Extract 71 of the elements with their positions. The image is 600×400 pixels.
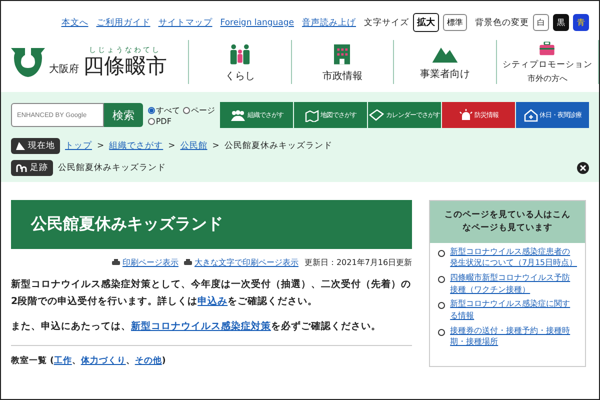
siren-icon <box>458 109 472 121</box>
footprint-badge: 足跡 <box>11 160 53 176</box>
sidebar-header: このページを見ている人はこんなページも見ています <box>430 201 585 242</box>
breadcrumb-separator: > <box>97 141 104 151</box>
updated-date: 更新日：2021年7月16日更新 <box>304 257 412 268</box>
bullet-icon <box>438 328 446 336</box>
map-icon <box>304 108 318 122</box>
inline-link[interactable]: 新型コロナウイルス感染症対策 <box>131 321 271 332</box>
text-size-label: 文字サイズ <box>364 16 409 28</box>
utility-link[interactable]: ご利用ガイド <box>96 16 150 28</box>
flag-icon <box>16 142 25 150</box>
print-link[interactable]: 大きな文字で印刷ページ表示 <box>194 257 298 268</box>
breadcrumb-link[interactable]: トップ <box>65 140 92 152</box>
utility-link[interactable]: 本文へ <box>61 16 88 28</box>
footprint-link[interactable]: 公民館夏休みキッズランド <box>58 162 166 174</box>
body-paragraph: 新型コロナウイルス感染症対策として、今年度は一次受付（抽選）、二次受付（先着）の2段階での申込受付を行います。詳しくは申込みをご確認ください。 <box>11 278 412 309</box>
radio-label: すべて <box>156 104 180 116</box>
prefecture-name: 大阪府 <box>49 62 79 76</box>
utility-link[interactable]: 音声読み上げ <box>302 16 356 28</box>
breadcrumb-separator: > <box>212 141 220 151</box>
nav-label: 市政情報 <box>322 70 362 83</box>
print-link[interactable]: 印刷ページ表示 <box>122 257 178 268</box>
inline-link[interactable]: 工作 <box>54 356 72 366</box>
radio-label: PDF <box>156 116 172 126</box>
page-title: 公民館夏休みキッズランド <box>11 200 412 249</box>
utility-link[interactable]: サイトマップ <box>158 16 212 28</box>
radio-button[interactable] <box>148 106 155 114</box>
inline-link[interactable]: その他 <box>134 356 162 366</box>
radio-label: ページ <box>190 104 215 116</box>
main-nav-item[interactable]: シティプロモーション 市外の方へ <box>496 40 599 84</box>
bullet-icon <box>438 250 446 256</box>
nav-label: シティプロモーション <box>502 59 592 71</box>
nav-sublabel: 市外の方へ <box>527 73 568 84</box>
location-badge: 現在地 <box>11 138 60 154</box>
background-color-button[interactable]: 黒 <box>553 14 569 31</box>
people-icon <box>230 110 246 120</box>
inline-link[interactable]: 体力づくり <box>80 356 126 366</box>
breadcrumb-separator: > <box>168 141 176 151</box>
utility-link[interactable]: Foreign language <box>220 18 294 28</box>
printer-icon <box>112 259 120 266</box>
close-icon[interactable] <box>577 162 589 174</box>
mountain-icon <box>432 45 458 63</box>
bullet-icon <box>438 276 446 283</box>
class-list-text: 教室一覧 (工作、体力づくり、その他) <box>11 354 167 367</box>
footprint-icon <box>16 164 27 172</box>
family-icon <box>228 44 252 64</box>
search-button[interactable]: 検索 <box>104 103 143 127</box>
text-size-button[interactable]: 標準 <box>443 14 467 31</box>
city-name: 四條畷市 <box>83 55 167 79</box>
calendar-icon <box>369 109 384 121</box>
main-nav-item[interactable]: 市政情報 <box>292 40 394 84</box>
bullet-icon <box>438 302 446 310</box>
text-size-button[interactable]: 拡大 <box>413 13 439 32</box>
radio-button[interactable] <box>148 118 155 124</box>
house-icon <box>524 108 538 122</box>
breadcrumb-link[interactable]: 組織でさがす <box>109 140 164 152</box>
nav-label: 事業者向け <box>420 68 470 81</box>
body-paragraph: また、申込にあたっては、新型コロナウイルス感染症対策を必ずご確認ください。 <box>11 320 382 334</box>
breadcrumb-current: 公民館夏休みキッズランド <box>224 140 332 152</box>
main-nav-item[interactable]: 事業者向け <box>394 40 496 84</box>
inline-link[interactable]: 申込み <box>198 296 228 307</box>
background-color-button[interactable]: 青 <box>573 14 589 31</box>
nav-label: くらし <box>224 70 255 83</box>
main-nav-item[interactable]: くらし <box>189 40 292 84</box>
radio-button[interactable] <box>182 106 190 114</box>
city-emblem-icon <box>11 47 45 77</box>
background-color-label: 背景色の変更 <box>475 16 529 28</box>
breadcrumb-link[interactable]: 公民館 <box>180 140 208 152</box>
background-color-button[interactable]: 白 <box>533 14 549 31</box>
building-icon <box>333 44 352 64</box>
printer-icon <box>184 259 192 266</box>
